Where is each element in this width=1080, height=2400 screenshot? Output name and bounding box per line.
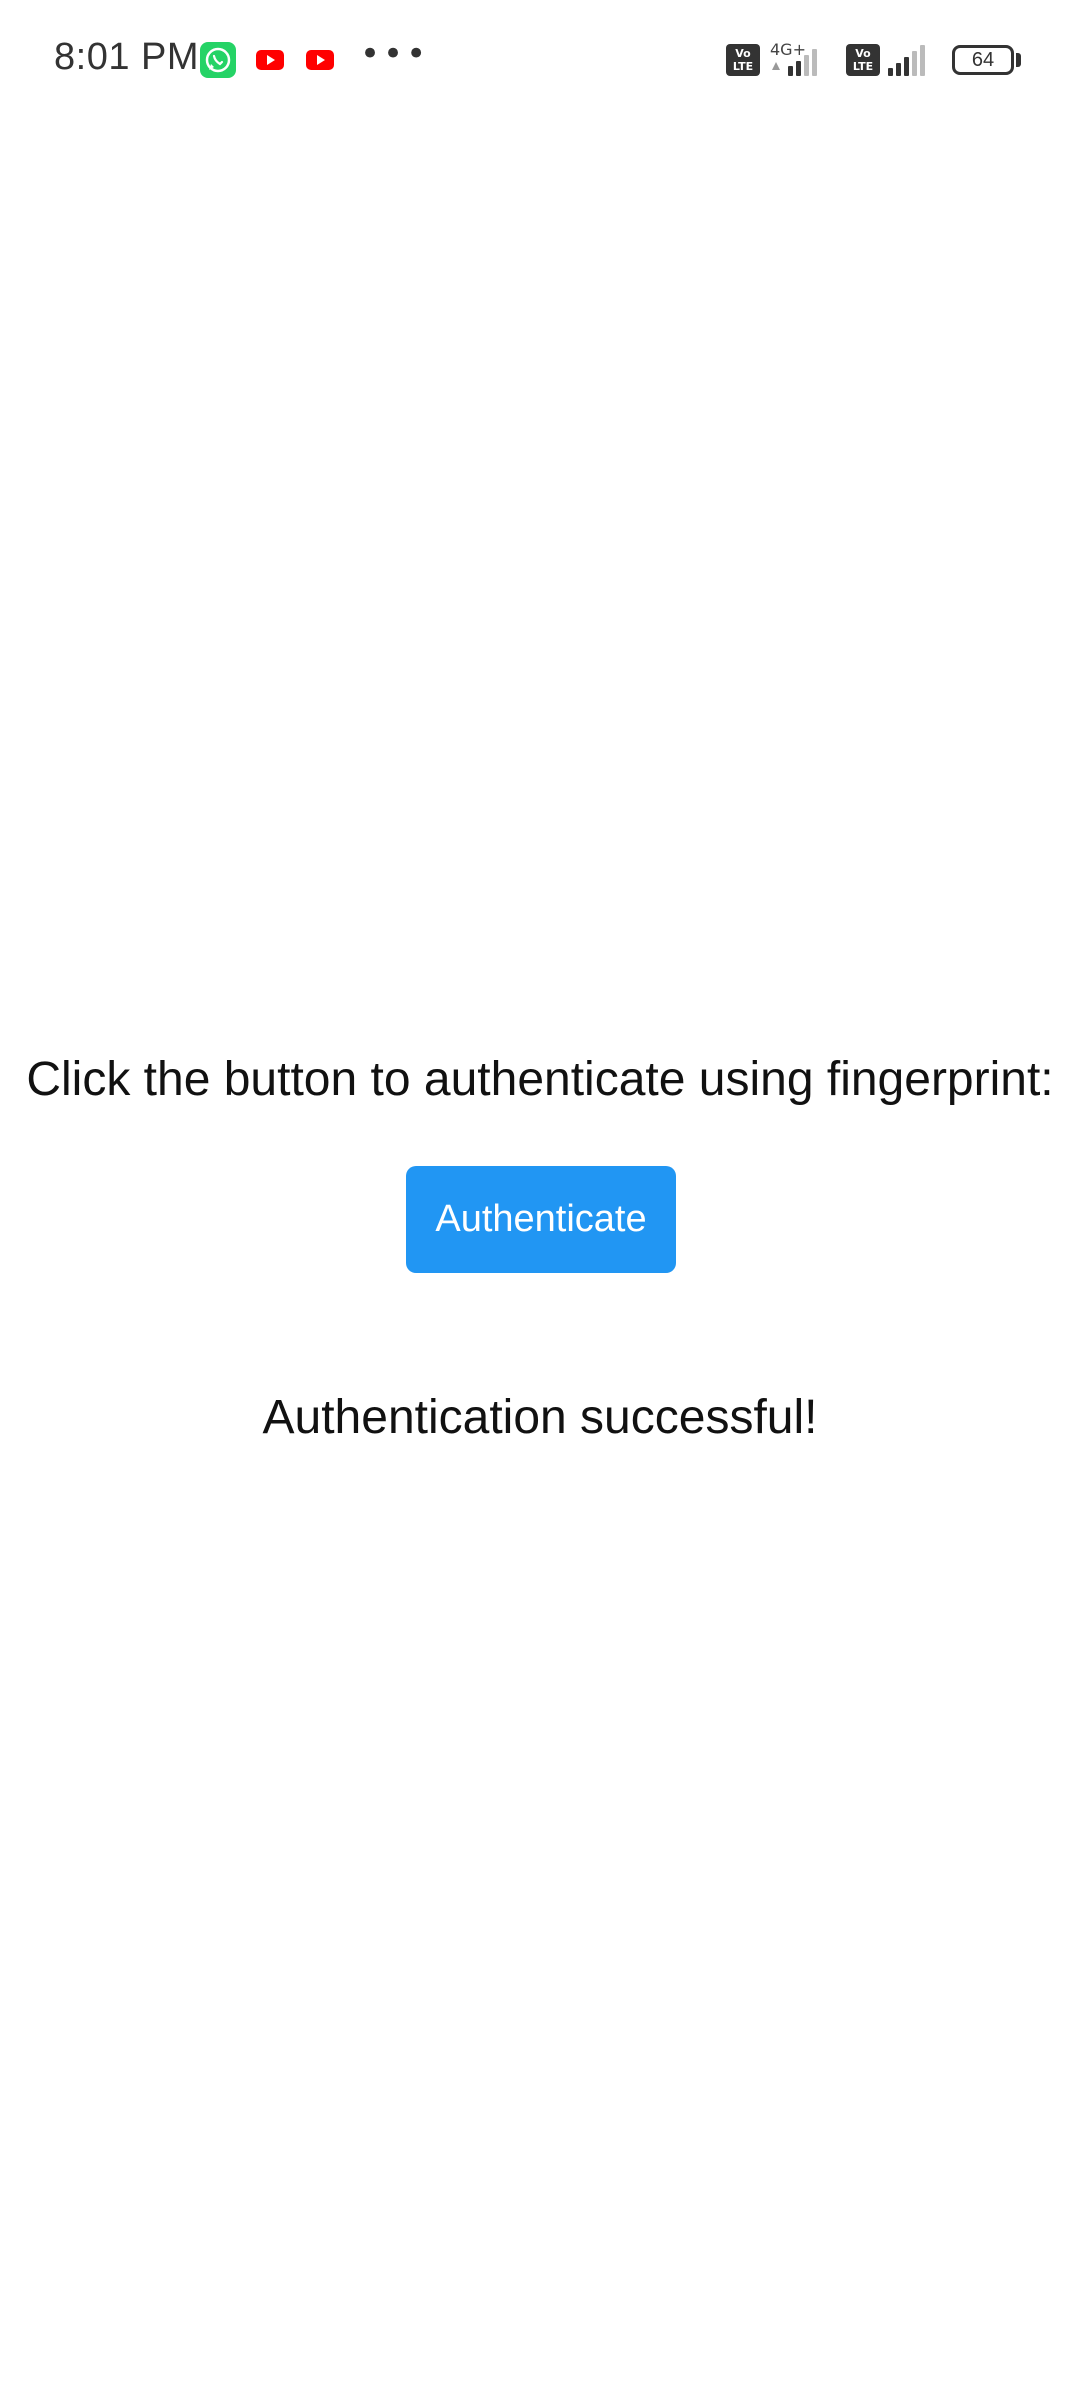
youtube-icon bbox=[256, 50, 284, 70]
instruction-text: Click the button to authenticate using f… bbox=[26, 1053, 1054, 1106]
battery-nub bbox=[1016, 53, 1021, 67]
more-notifications-icon: ••• bbox=[360, 34, 430, 74]
auth-result-text: Authentication successful! bbox=[262, 1391, 818, 1444]
authenticate-button[interactable]: Authenticate bbox=[406, 1166, 676, 1273]
app-screen: 8:01 PM ••• Vo LTE 4G+ Vo LTE 64 Click t… bbox=[0, 0, 1080, 2400]
battery-icon: 64 bbox=[952, 45, 1014, 75]
signal-icon bbox=[772, 49, 817, 76]
volte-icon: Vo LTE bbox=[846, 44, 880, 76]
status-time: 8:01 PM bbox=[54, 36, 200, 78]
signal-icon bbox=[888, 45, 925, 76]
whatsapp-icon bbox=[200, 42, 236, 78]
volte-icon: Vo LTE bbox=[726, 44, 760, 76]
youtube-icon bbox=[306, 50, 334, 70]
status-bar: 8:01 PM ••• Vo LTE 4G+ Vo LTE 64 bbox=[0, 0, 1080, 120]
